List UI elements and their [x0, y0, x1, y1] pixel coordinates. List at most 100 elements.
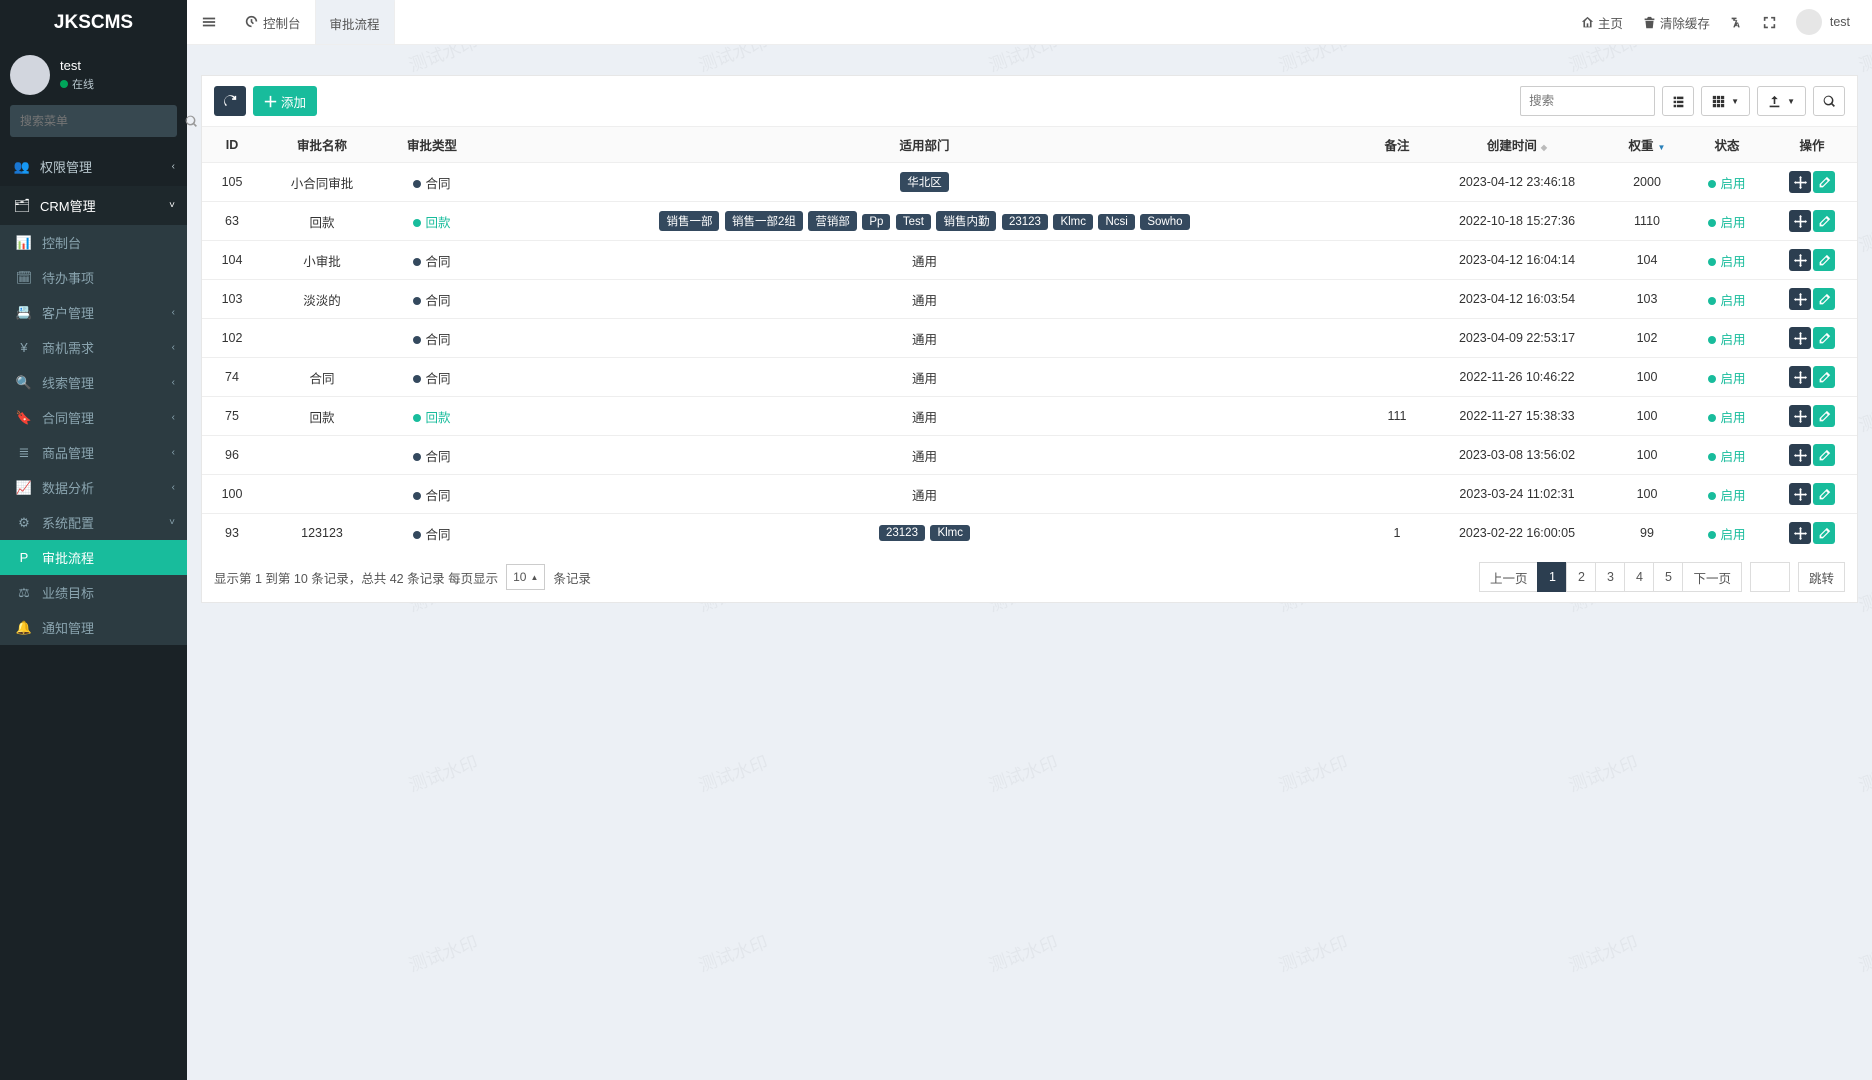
drag-button[interactable] — [1789, 210, 1811, 232]
table-row: 105小合同审批合同华北区2023-04-12 23:46:182000启用 — [202, 163, 1857, 202]
sidebar-item-待办事项[interactable]: 🗓待办事项 — [0, 260, 187, 295]
user-menu[interactable]: test — [1788, 9, 1858, 35]
page-5[interactable]: 5 — [1653, 562, 1683, 592]
col-创建时间[interactable]: 创建时间◆ — [1427, 127, 1607, 163]
menu-search-button[interactable] — [185, 105, 198, 137]
language-button[interactable] — [1722, 14, 1751, 30]
sidebar-item-商品管理[interactable]: ≣商品管理‹ — [0, 435, 187, 470]
drag-button[interactable] — [1789, 327, 1811, 349]
sidebar-item-线索管理[interactable]: 🔍线索管理‹ — [0, 365, 187, 400]
search-button[interactable] — [1813, 86, 1845, 116]
footer-info-prefix: 显示第 1 到第 10 条记录，总共 42 条记录 每页显示 — [214, 568, 498, 587]
move-icon — [1794, 449, 1807, 462]
language-icon — [1730, 16, 1743, 29]
add-button[interactable]: 添加 — [253, 86, 317, 116]
edit-button[interactable] — [1813, 327, 1835, 349]
type-dot-icon — [413, 453, 421, 461]
drag-button[interactable] — [1789, 249, 1811, 271]
col-权重[interactable]: 权重▼ — [1607, 127, 1687, 163]
avatar[interactable] — [10, 55, 50, 95]
drag-button[interactable] — [1789, 483, 1811, 505]
chevron-icon: ˅ — [169, 517, 175, 528]
col-状态[interactable]: 状态 — [1687, 127, 1767, 163]
edit-button[interactable] — [1813, 483, 1835, 505]
tab-控制台[interactable]: 控制台 — [231, 0, 316, 44]
sidebar-item-审批流程[interactable]: P审批流程 — [0, 540, 187, 575]
status-badge: 启用 — [1708, 255, 1745, 269]
edit-button[interactable] — [1813, 288, 1835, 310]
toggle-view-button[interactable] — [1662, 86, 1694, 116]
sidebar-item-通知管理[interactable]: 🔔通知管理 — [0, 610, 187, 645]
drag-button[interactable] — [1789, 171, 1811, 193]
edit-button[interactable] — [1813, 171, 1835, 193]
tab-审批流程[interactable]: 审批流程 — [316, 0, 395, 44]
move-icon — [1794, 215, 1807, 228]
sidebar-item-商机需求[interactable]: ¥商机需求‹ — [0, 330, 187, 365]
trash-icon — [1643, 16, 1656, 29]
drag-button[interactable] — [1789, 288, 1811, 310]
status-badge: 启用 — [1708, 528, 1745, 542]
📇-icon: 📇 — [14, 305, 34, 321]
page-jump-button[interactable]: 跳转 — [1798, 562, 1845, 592]
home-icon — [1581, 16, 1594, 29]
page-prev[interactable]: 上一页 — [1479, 562, 1539, 592]
sidebar-item-系统配置[interactable]: ⚙系统配置˅ — [0, 505, 187, 540]
export-button[interactable]: ▼ — [1757, 86, 1806, 116]
table-row: 75回款回款通用1112022-11-27 15:38:33100启用 — [202, 397, 1857, 436]
edit-button[interactable] — [1813, 210, 1835, 232]
page-1[interactable]: 1 — [1537, 562, 1567, 592]
col-ID[interactable]: ID — [202, 127, 262, 163]
refresh-button[interactable] — [214, 86, 246, 116]
edit-button[interactable] — [1813, 405, 1835, 427]
edit-button[interactable] — [1813, 522, 1835, 544]
menu-search-input[interactable] — [10, 105, 185, 137]
edit-button[interactable] — [1813, 249, 1835, 271]
clear-cache-button[interactable]: 清除缓存 — [1635, 13, 1718, 32]
fullscreen-button[interactable] — [1755, 14, 1784, 30]
toggle-sidebar-button[interactable] — [187, 14, 231, 30]
table-row: 103淡淡的合同通用2023-04-12 16:03:54103启用 — [202, 280, 1857, 319]
drag-button[interactable] — [1789, 405, 1811, 427]
page-2[interactable]: 2 — [1566, 562, 1596, 592]
home-link[interactable]: 主页 — [1573, 13, 1631, 32]
col-操作[interactable]: 操作 — [1767, 127, 1857, 163]
dept-badge: 华北区 — [900, 172, 949, 192]
sidebar-item-权限管理[interactable]: 👥权限管理‹ — [0, 147, 187, 186]
page-4[interactable]: 4 — [1624, 562, 1654, 592]
grid-icon — [1712, 95, 1725, 108]
sidebar-item-label: 数据分析 — [42, 478, 172, 497]
sidebar-item-CRM管理[interactable]: 🗂CRM管理˅ — [0, 186, 187, 225]
columns-button[interactable]: ▼ — [1701, 86, 1750, 116]
sidebar-item-合同管理[interactable]: 🔖合同管理‹ — [0, 400, 187, 435]
col-审批名称[interactable]: 审批名称 — [262, 127, 382, 163]
sidebar-item-客户管理[interactable]: 📇客户管理‹ — [0, 295, 187, 330]
drag-button[interactable] — [1789, 366, 1811, 388]
drag-button[interactable] — [1789, 522, 1811, 544]
status-badge: 启用 — [1708, 372, 1745, 386]
table-row: 100合同通用2023-03-24 11:02:31100启用 — [202, 475, 1857, 514]
dept-badge: Klmc — [1053, 214, 1093, 230]
move-icon — [1794, 410, 1807, 423]
page-next[interactable]: 下一页 — [1682, 562, 1742, 592]
sidebar-item-控制台[interactable]: 📊控制台 — [0, 225, 187, 260]
sidebar-item-label: 商机需求 — [42, 338, 172, 357]
plus-icon — [264, 95, 277, 108]
drag-button[interactable] — [1789, 444, 1811, 466]
page-jump-input[interactable] — [1750, 562, 1790, 592]
table-search-input[interactable] — [1520, 86, 1655, 116]
page-size-select[interactable]: 10▲ — [506, 564, 545, 590]
≣-icon: ≣ — [14, 445, 34, 461]
sidebar-item-业绩目标[interactable]: ⚖业绩目标 — [0, 575, 187, 610]
col-备注[interactable]: 备注 — [1367, 127, 1427, 163]
page-3[interactable]: 3 — [1595, 562, 1625, 592]
type-dot-icon — [413, 414, 421, 422]
col-适用部门[interactable]: 适用部门 — [482, 127, 1367, 163]
dept-badge: Test — [896, 214, 931, 230]
sidebar-item-数据分析[interactable]: 📈数据分析‹ — [0, 470, 187, 505]
edit-button[interactable] — [1813, 444, 1835, 466]
sort-desc-icon: ▼ — [1658, 143, 1666, 152]
pencil-icon — [1818, 293, 1831, 306]
type-dot-icon — [413, 219, 421, 227]
col-审批类型[interactable]: 审批类型 — [382, 127, 482, 163]
edit-button[interactable] — [1813, 366, 1835, 388]
